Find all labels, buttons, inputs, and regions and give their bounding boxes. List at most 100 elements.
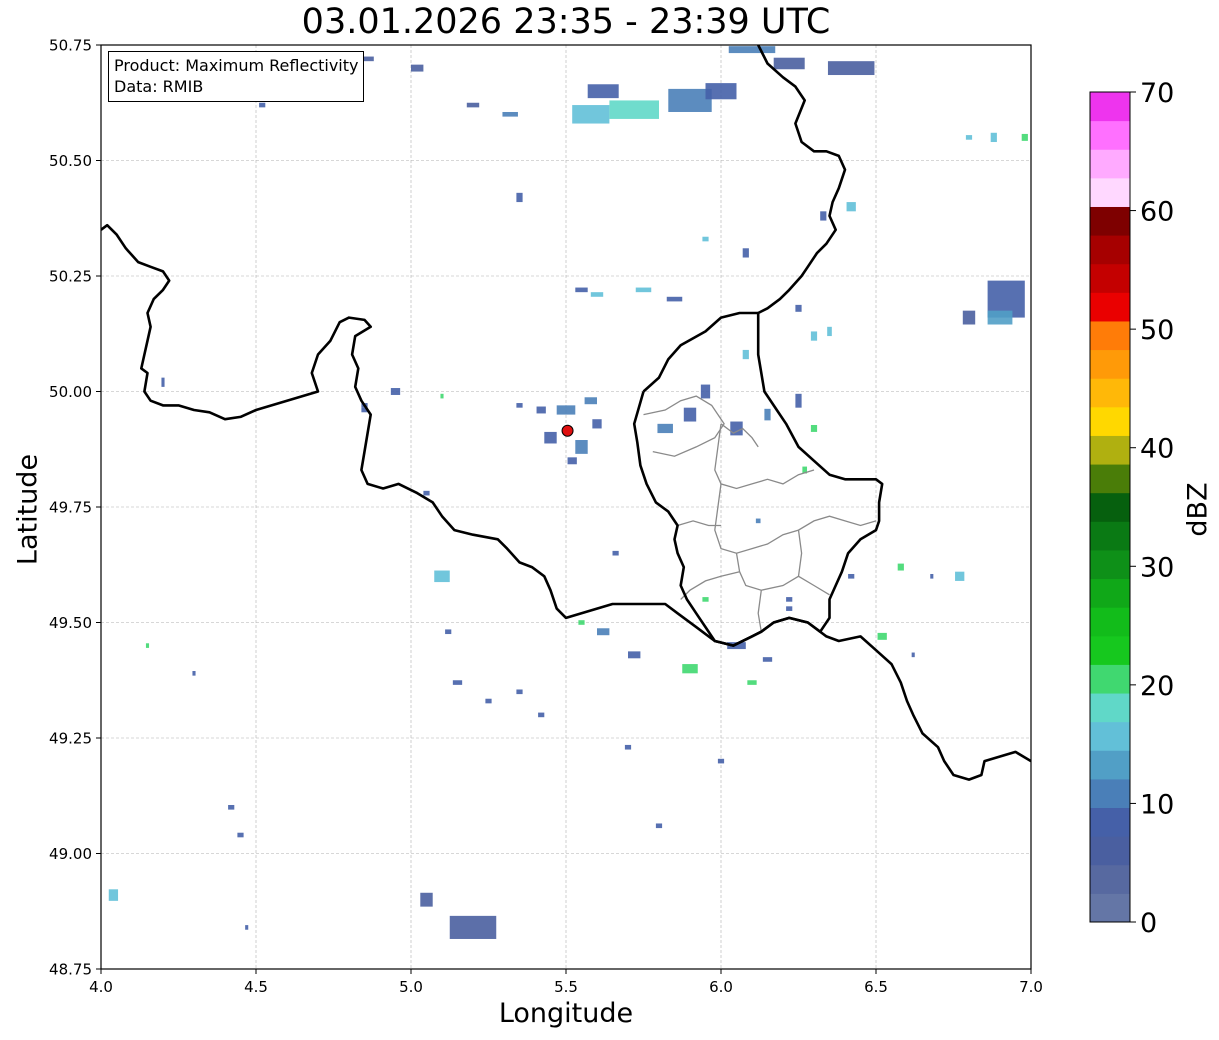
echo-cell: [911, 652, 915, 658]
echo-cell: [609, 100, 659, 119]
echo-cell: [827, 326, 832, 337]
colorbar-segment: [1090, 864, 1130, 894]
echo-cell: [702, 597, 709, 602]
colorbar-segment: [1090, 435, 1130, 465]
echo-cell: [572, 105, 610, 124]
colorbar-segment: [1090, 320, 1130, 351]
echo-cell: [820, 211, 827, 221]
echo-cell: [452, 680, 463, 685]
echo-cell: [445, 629, 452, 635]
echo-cell: [728, 46, 776, 54]
admin-boundary: [714, 423, 815, 490]
colorbar-tick-label: 40: [1140, 434, 1174, 465]
reflectivity-echoes: [108, 46, 1028, 939]
echo-cell: [930, 573, 934, 579]
echo-cell: [705, 83, 737, 100]
colorbar-segment: [1090, 893, 1130, 923]
tick-label-y: 49.50: [49, 614, 92, 632]
echo-cell: [810, 331, 818, 341]
echo-cell: [449, 915, 497, 939]
echo-cell: [682, 664, 698, 674]
echo-cell: [897, 563, 904, 571]
tick-label-x: 6.5: [864, 978, 888, 996]
echo-cell: [624, 744, 632, 750]
echo-cell: [516, 192, 523, 203]
colorbar-segment: [1090, 492, 1130, 522]
colorbar-segment: [1090, 263, 1130, 293]
colorbar-segment: [1090, 750, 1130, 780]
colorbar-segment: [1090, 92, 1130, 122]
admin-boundary: [757, 590, 762, 632]
echo-cell: [786, 606, 793, 611]
echo-cell: [575, 440, 588, 454]
echo-cell: [466, 102, 480, 108]
echo-cell: [575, 287, 588, 293]
echo-cell: [544, 431, 557, 444]
colorbar-tick-label: 60: [1140, 197, 1174, 228]
colorbar-segment: [1090, 836, 1130, 866]
x-axis-label: Longitude: [498, 998, 634, 1029]
tick-label-x: 4.5: [244, 978, 268, 996]
admin-boundary: [680, 571, 740, 600]
echo-cell: [1021, 133, 1028, 141]
echo-cell: [666, 296, 683, 302]
admin-boundary: [643, 395, 725, 457]
echo-cell: [877, 632, 887, 640]
echo-cell: [742, 349, 749, 360]
colorbar-segment: [1090, 177, 1130, 207]
admin-boundary: [797, 530, 803, 577]
tick-label-x: 4.0: [89, 978, 113, 996]
admin-boundary: [677, 520, 721, 527]
colorbar-segment: [1090, 778, 1130, 809]
echo-cell: [567, 457, 577, 465]
product-label: Product: Maximum Reflectivity: [114, 56, 359, 75]
axis-ticks: 4.0 4.5 5.0 5.5 6.0 6.5 7.0 48.75 49.00 49.25 49.5…: [49, 37, 1043, 997]
echo-cell: [590, 292, 604, 297]
echo-cell: [773, 57, 805, 70]
echo-cell: [795, 304, 802, 312]
echo-cell: [578, 620, 585, 625]
colorbar-tick-label: 50: [1140, 315, 1174, 346]
echo-cell: [237, 832, 244, 838]
echo-cell: [655, 823, 663, 829]
echo-cell: [440, 393, 444, 399]
echo-cell: [717, 758, 725, 764]
echo-cell: [848, 573, 855, 579]
echo-cell: [846, 202, 856, 212]
echo-cell: [587, 84, 619, 99]
echo-cell: [747, 680, 757, 685]
tick-label-x: 5.0: [399, 978, 423, 996]
echo-cell: [635, 287, 652, 293]
echo-cell: [810, 424, 818, 432]
echo-cell: [990, 132, 997, 143]
echo-cell: [161, 377, 165, 387]
echo-cell: [411, 64, 424, 72]
echo-cell: [702, 236, 709, 242]
echo-cell: [592, 419, 602, 429]
echo-cell: [584, 397, 597, 405]
echo-cell: [668, 88, 712, 112]
echo-cell: [516, 689, 523, 695]
echo-cell: [786, 597, 793, 602]
echo-cell: [538, 712, 545, 718]
echo-cell: [192, 671, 196, 676]
echo-cell: [228, 804, 235, 810]
colorbar-tick-label: 0: [1140, 908, 1157, 939]
radar-map: 4.0 4.5 5.0 5.5 6.0 6.5 7.0 48.75 49.00 49.25 49.5…: [49, 37, 1174, 997]
echo-cell: [965, 135, 973, 140]
tick-label-y: 49.00: [49, 845, 92, 863]
echo-cell: [764, 408, 771, 421]
colorbar-segment: [1090, 721, 1130, 751]
colorbar-tick-label: 30: [1140, 552, 1174, 583]
tick-label-y: 50.75: [49, 37, 92, 55]
echo-cell: [420, 892, 433, 907]
colorbar-segment: [1090, 378, 1130, 408]
colorbar: 0 10 20 30 40 50 60 70: [1089, 78, 1174, 939]
y-axis-label: Latitude: [12, 453, 44, 566]
echo-cell: [683, 407, 697, 422]
echo-cell: [962, 310, 976, 325]
source-label: Data: RMIB: [114, 77, 204, 96]
colorbar-tick-label: 70: [1140, 78, 1174, 109]
colorbar-segment: [1090, 578, 1130, 608]
product-info-box: Product: Maximum Reflectivity Data: RMIB: [108, 51, 365, 102]
